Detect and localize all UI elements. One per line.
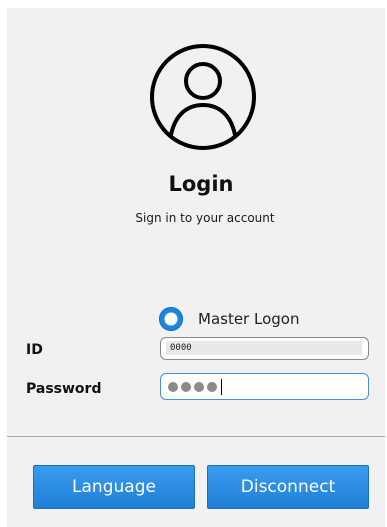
master-logon-label: Master Logon (198, 310, 300, 328)
id-field[interactable]: 0000 (160, 337, 369, 360)
password-label: Password (26, 381, 102, 397)
password-dot (194, 382, 204, 392)
password-dot (168, 382, 178, 392)
page-subtitle: Sign in to your account (135, 211, 275, 225)
password-field[interactable] (160, 373, 369, 400)
master-logon-option[interactable]: Master Logon (159, 305, 299, 333)
master-logon-radio[interactable] (159, 307, 183, 331)
disconnect-button[interactable]: Disconnect (207, 465, 369, 509)
id-field-value: 0000 (166, 341, 362, 355)
divider (7, 436, 385, 437)
text-caret (221, 379, 222, 395)
user-avatar-icon (150, 44, 256, 150)
id-label: ID (26, 342, 43, 358)
password-dot (181, 382, 191, 392)
language-button[interactable]: Language (33, 465, 195, 509)
password-masked-value (168, 379, 222, 395)
login-window: Login Sign in to your account Master Log… (0, 0, 387, 527)
password-dot (207, 382, 217, 392)
page-title: Login (168, 172, 234, 196)
